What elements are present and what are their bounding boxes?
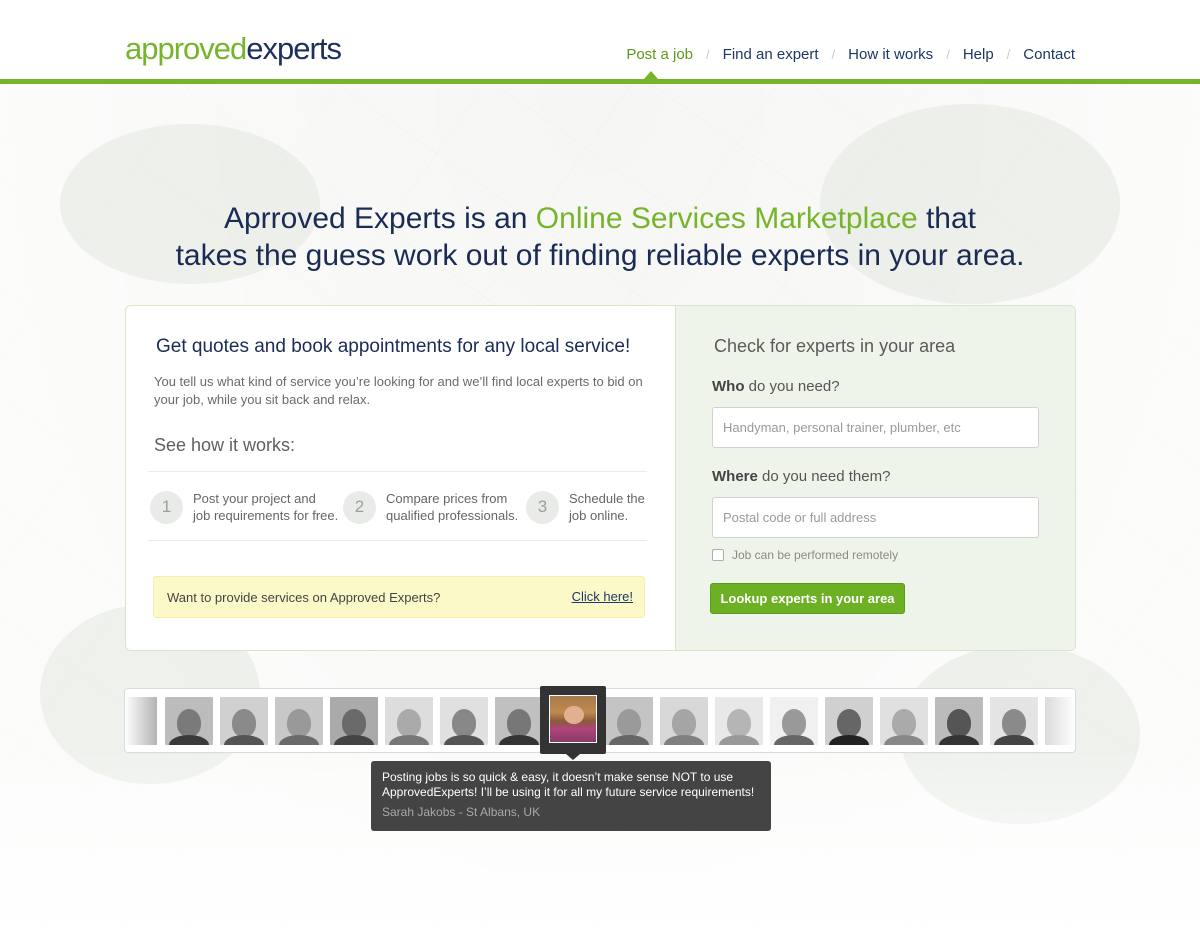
who-label-rest: do you need? [744, 378, 840, 395]
main-panel: Get quotes and book appointments for any… [125, 305, 1076, 651]
search-panel: Check for experts in your area Who do yo… [675, 306, 1075, 650]
testimonial-author: Sarah Jakobs - St Albans, UK [382, 805, 541, 819]
step-text: Post your project and job requirements f… [193, 490, 338, 524]
headline-part1: Aprroved Experts is an [223, 202, 536, 235]
step-text-line: job requirements for free. [193, 508, 339, 523]
step-number: 2 [343, 490, 376, 524]
nav-separator: / [1006, 47, 1011, 62]
step-text-line: Compare prices from [386, 491, 508, 506]
lookup-experts-button[interactable]: Lookup experts in your area [710, 583, 905, 614]
where-input[interactable] [712, 497, 1039, 538]
step-text-line: qualified professionals. [386, 508, 519, 523]
nav-how-it-works[interactable]: How it works [848, 46, 933, 63]
step-2: 2 Compare prices from qualified professi… [343, 472, 518, 542]
site-header: approvedexperts Post a job / Find an exp… [0, 0, 1200, 84]
step-text-line: job online. [569, 508, 629, 523]
expert-avatar[interactable] [770, 697, 818, 745]
expert-avatar[interactable] [880, 697, 928, 745]
where-label: Where do you need them? [712, 468, 890, 485]
headline-line2: takes the guess work out of finding reli… [175, 239, 1025, 272]
logo[interactable]: approvedexperts [125, 31, 342, 67]
step-text: Compare prices from qualified profession… [386, 490, 518, 524]
logo-experts: experts [246, 31, 342, 66]
intro-description: You tell us what kind of service you’re … [154, 374, 643, 407]
step-3: 3 Schedule the job online. [526, 472, 645, 542]
provider-promo: Want to provide services on Approved Exp… [153, 576, 645, 618]
who-label: Who do you need? [712, 378, 840, 395]
nav-contact[interactable]: Contact [1023, 46, 1075, 63]
step-number: 1 [150, 490, 183, 524]
intro-title: Get quotes and book appointments for any… [156, 336, 631, 357]
nav-separator: / [706, 47, 710, 62]
expert-avatar[interactable] [330, 697, 378, 745]
nav-find-an-expert[interactable]: Find an expert [723, 46, 819, 63]
intro-panel: Get quotes and book appointments for any… [126, 306, 675, 650]
who-label-bold: Who [712, 378, 745, 395]
expert-avatar[interactable] [715, 697, 763, 745]
headline-part2: that [917, 202, 976, 235]
promo-link[interactable]: Click here! [572, 589, 633, 604]
testimonial-quote: Posting jobs is so quick & easy, it does… [382, 770, 755, 799]
testimonial-tooltip: Posting jobs is so quick & easy, it does… [371, 761, 771, 831]
search-title: Check for experts in your area [714, 336, 956, 356]
expert-avatar[interactable] [935, 697, 983, 745]
nav-separator: / [946, 47, 950, 62]
expert-avatar[interactable] [990, 697, 1038, 745]
expert-avatar[interactable] [495, 697, 543, 745]
where-label-rest: do you need them? [757, 468, 891, 485]
strip-edge-fade [1035, 689, 1075, 752]
expert-avatar[interactable] [220, 697, 268, 745]
active-nav-indicator [644, 71, 658, 79]
step-text-line: Post your project and [193, 491, 316, 506]
step-text-line: Schedule the [569, 491, 645, 506]
expert-avatar[interactable] [825, 697, 873, 745]
expert-avatar[interactable] [385, 697, 433, 745]
remote-checkbox-row[interactable]: Job can be performed remotely [712, 548, 898, 562]
selected-avatar-photo [549, 695, 597, 743]
steps-list: 1 Post your project and job requirements… [148, 471, 647, 541]
expert-avatar[interactable] [275, 697, 323, 745]
where-label-bold: Where [712, 468, 758, 485]
logo-approved: approved [125, 31, 247, 66]
main-nav: Post a job / Find an expert / How it wor… [626, 46, 1075, 63]
expert-avatar[interactable] [440, 697, 488, 745]
selected-avatar[interactable] [540, 686, 606, 760]
expert-avatar[interactable] [605, 697, 653, 745]
who-input[interactable] [712, 407, 1039, 448]
nav-separator: / [831, 47, 836, 62]
step-text: Schedule the job online. [569, 490, 645, 524]
nav-post-a-job[interactable]: Post a job [626, 46, 693, 63]
remote-checkbox-label: Job can be performed remotely [732, 548, 899, 562]
remote-checkbox[interactable] [712, 549, 724, 561]
expert-avatar[interactable] [165, 697, 213, 745]
strip-edge-fade [125, 689, 165, 752]
expert-avatar[interactable] [660, 697, 708, 745]
nav-help[interactable]: Help [963, 46, 994, 63]
promo-text: Want to provide services on Approved Exp… [167, 590, 441, 605]
step-1: 1 Post your project and job requirements… [150, 472, 338, 542]
step-number: 3 [526, 490, 559, 524]
hero-headline: Aprroved Experts is an Online Services M… [0, 200, 1200, 274]
how-it-works-title: See how it works: [154, 435, 296, 455]
headline-highlight: Online Services Marketplace [535, 202, 918, 235]
